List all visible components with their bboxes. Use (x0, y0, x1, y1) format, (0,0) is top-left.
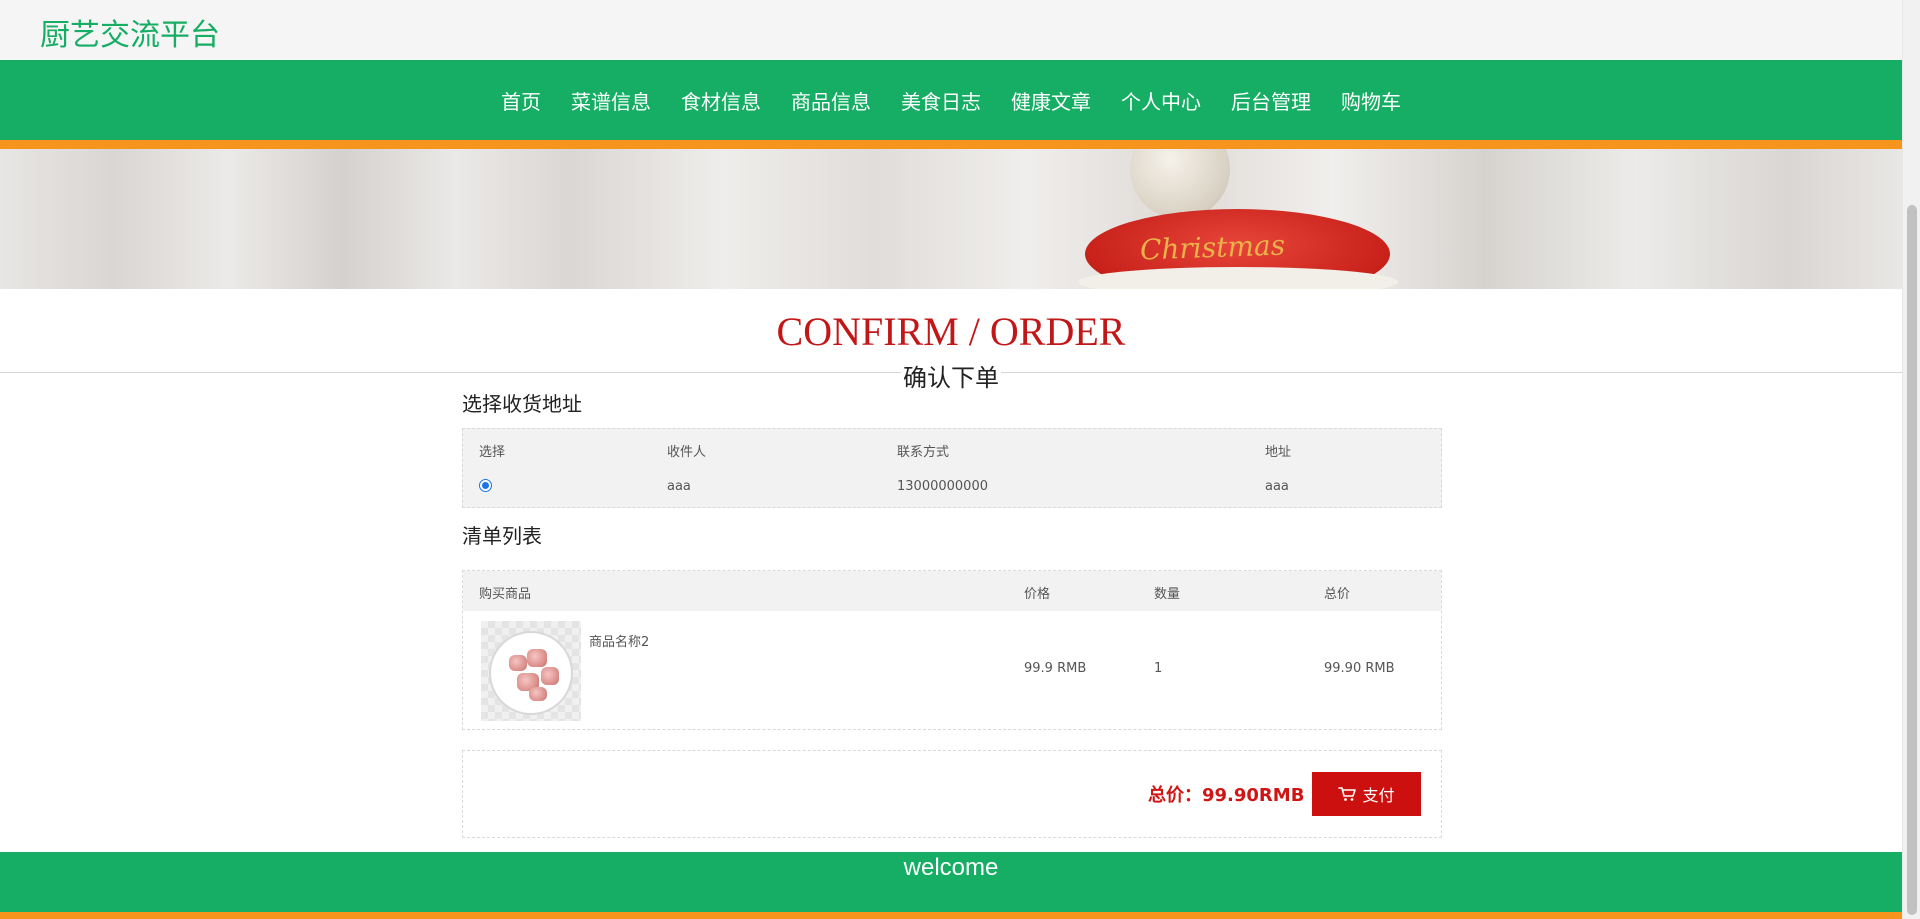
address-contact: 13000000000 (897, 479, 988, 494)
cart-icon (1338, 787, 1357, 801)
nav-list: 首页 菜谱信息 食材信息 商品信息 美食日志 健康文章 个人中心 后台管理 购物… (0, 60, 1902, 140)
meat-piece-icon (541, 667, 559, 685)
address-header-contact: 联系方式 (897, 445, 950, 460)
nav-item-food-diary[interactable]: 美食日志 (886, 86, 996, 115)
product-quantity: 1 (1154, 661, 1163, 676)
address-radio[interactable] (479, 479, 492, 492)
banner-cake-shape (1078, 267, 1398, 289)
address-section-title: 选择收货地址 (462, 392, 582, 416)
items-header-total: 总价 (1324, 587, 1351, 602)
product-name[interactable]: 商品名称2 (589, 631, 649, 650)
banner-image: Christmas (0, 149, 1902, 289)
nav-accent-stripe (0, 140, 1902, 149)
page-title-cn-wrap: 确认下单 (0, 358, 1902, 393)
product-price: 99.9 RMB (1024, 661, 1087, 676)
footer-text: welcome (903, 854, 999, 881)
nav-item-ingredients[interactable]: 食材信息 (666, 86, 776, 115)
main-nav: 首页 菜谱信息 食材信息 商品信息 美食日志 健康文章 个人中心 后台管理 购物… (0, 60, 1902, 140)
product-thumbnail[interactable] (481, 621, 581, 721)
items-table: 购买商品 价格 数量 总价 商品名称2 99.9 RMB 1 99.90 RMB (462, 570, 1442, 730)
address-header-address: 地址 (1265, 445, 1292, 460)
nav-item-personal-center[interactable]: 个人中心 (1106, 86, 1216, 115)
items-header-price: 价格 (1024, 587, 1051, 602)
address-header-receiver: 收件人 (667, 445, 707, 460)
items-header-product: 购买商品 (479, 587, 532, 602)
footer-accent-stripe (0, 912, 1902, 919)
pay-button-label: 支付 (1362, 786, 1395, 805)
items-section-title: 清单列表 (462, 524, 542, 548)
address-receiver: aaa (667, 479, 691, 494)
meat-piece-icon (527, 649, 547, 667)
meat-piece-icon (509, 655, 527, 671)
address-table: 选择 收件人 联系方式 地址 aaa 13000000000 aaa (462, 428, 1442, 508)
pay-button[interactable]: 支付 (1312, 772, 1421, 816)
meat-piece-icon (529, 687, 547, 701)
product-total: 99.90 RMB (1324, 661, 1395, 676)
nav-item-cart[interactable]: 购物车 (1326, 86, 1416, 115)
banner-lettering: Christmas (1139, 228, 1286, 267)
plate-image (489, 631, 573, 715)
nav-item-health-articles[interactable]: 健康文章 (996, 86, 1106, 115)
page-title-en: CONFIRM / ORDER (776, 309, 1126, 354)
nav-item-products[interactable]: 商品信息 (776, 86, 886, 115)
order-total: 总价：99.90RMB (1148, 785, 1305, 806)
vertical-scrollbar[interactable] (1902, 0, 1920, 919)
nav-item-recipes[interactable]: 菜谱信息 (556, 86, 666, 115)
address-header-select: 选择 (479, 445, 506, 460)
page-title-cn: 确认下单 (901, 364, 1001, 392)
scrollbar-thumb[interactable] (1907, 205, 1917, 915)
nav-item-home[interactable]: 首页 (486, 86, 556, 115)
address-value: aaa (1265, 479, 1289, 494)
items-table-header: 购买商品 价格 数量 总价 (463, 571, 1441, 611)
items-header-quantity: 数量 (1154, 587, 1181, 602)
page: 厨艺交流平台 首页 菜谱信息 食材信息 商品信息 美食日志 健康文章 个人中心 … (0, 0, 1902, 919)
site-logo[interactable]: 厨艺交流平台 (40, 10, 220, 54)
nav-item-admin[interactable]: 后台管理 (1216, 86, 1326, 115)
top-header: 厨艺交流平台 (0, 0, 1902, 60)
payment-panel: 总价：99.90RMB 支付 (462, 750, 1442, 838)
